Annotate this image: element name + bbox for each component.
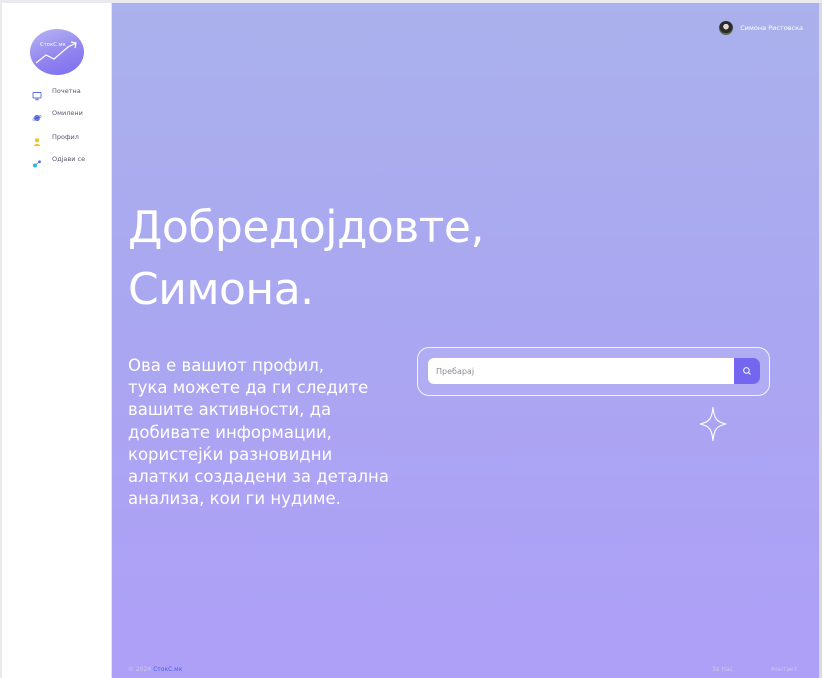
title-line-name: Симона. <box>128 264 314 315</box>
search-icon <box>743 367 751 375</box>
user-menu[interactable]: Симона Ристовска <box>719 21 803 35</box>
page-title: Добредојдовте, Симона. <box>128 197 484 321</box>
intro-text: Ова е вашиот профил, тука можете да ги с… <box>128 355 389 510</box>
intro-line: добивате информации, <box>128 422 332 442</box>
intro-line: вашите активности, да <box>128 400 332 420</box>
trend-arrow-icon <box>35 41 77 64</box>
logout-icon <box>32 154 42 168</box>
intro-line: алатки создадени за детална <box>128 467 389 487</box>
sidebar-item-label: Одјави се <box>52 155 86 163</box>
sidebar-item-favorites[interactable]: Омилени <box>32 107 83 121</box>
footer-brand-link[interactable]: СтокС.мк <box>153 666 182 673</box>
planet-icon <box>32 108 42 121</box>
intro-line: анализа, кои ги нудиме. <box>128 489 341 509</box>
main-content: Симона Ристовска Добредојдовте, Симона. … <box>112 3 819 678</box>
footer-contact-link[interactable]: Контакт <box>771 666 797 673</box>
sidebar-item-label: Профил <box>52 133 79 141</box>
sidebar-item-label: Почетна <box>52 87 81 95</box>
logo[interactable]: СтокС.мк <box>30 29 84 75</box>
sidebar: СтокС.мк Почетна Омилени Профил Одјави с… <box>2 3 112 678</box>
sidebar-item-label: Омилени <box>52 109 83 117</box>
user-name: Симона Ристовска <box>740 24 803 32</box>
intro-line: Ова е вашиот профил, <box>128 356 325 375</box>
sidebar-item-home[interactable]: Почетна <box>32 85 81 101</box>
intro-line: тука можете да ги следите <box>128 378 369 398</box>
monitor-icon <box>32 86 42 101</box>
avatar <box>719 21 734 35</box>
intro-line: користејќи разновидни <box>128 444 333 464</box>
copyright-text: © 2024 <box>128 666 152 673</box>
app-window: СтокС.мк Почетна Омилени Профил Одјави с… <box>0 0 822 678</box>
search-input[interactable] <box>428 358 734 384</box>
sidebar-item-profile[interactable]: Профил <box>32 131 79 146</box>
user-icon <box>32 132 42 146</box>
footer-copyright: © 2024 СтокС.мк <box>128 666 182 673</box>
search-button[interactable] <box>734 358 760 384</box>
sparkle-icon <box>699 406 727 442</box>
sidebar-item-logout[interactable]: Одјави се <box>32 153 86 168</box>
title-line-greeting: Добредојдовте, <box>128 202 484 253</box>
search-box <box>417 347 770 396</box>
footer-about-link[interactable]: За Нас <box>712 666 733 673</box>
